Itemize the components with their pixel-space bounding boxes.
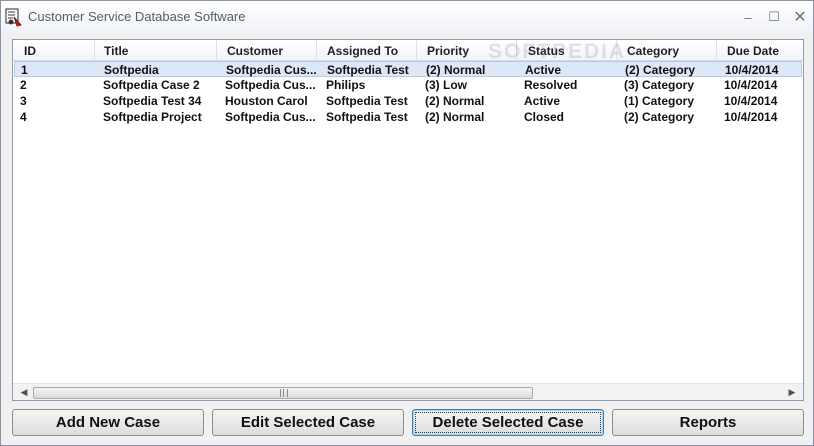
- table-cell: Softpedia: [104, 63, 159, 77]
- table-cell: 10/4/2014: [724, 110, 778, 124]
- table-header: ID Title Customer Assigned To Priority S…: [13, 40, 803, 63]
- scroll-thumb[interactable]: [33, 387, 533, 399]
- table-cell: (2) Normal: [426, 63, 486, 77]
- table-row[interactable]: 3 Softpedia Test 34 Houston Carol Softpedia…: [14, 93, 802, 109]
- table-cell: Softpedia Project: [103, 110, 202, 124]
- add-new-case-button[interactable]: Add New Case: [12, 409, 204, 436]
- minimize-button[interactable]: –: [737, 7, 759, 27]
- table-cell: Softpedia Cus...: [225, 78, 316, 92]
- close-button[interactable]: ✕: [789, 7, 811, 27]
- table-cell: (2) Normal: [425, 94, 485, 108]
- scroll-left-icon[interactable]: ◀: [16, 386, 32, 399]
- maximize-button[interactable]: ☐: [763, 7, 785, 27]
- table-cell: Philips: [326, 78, 366, 92]
- reports-button[interactable]: Reports: [612, 409, 804, 436]
- table-cell: 2: [20, 78, 27, 92]
- delete-selected-case-button[interactable]: Delete Selected Case: [412, 409, 604, 436]
- table-cell: 1: [21, 63, 28, 77]
- table-row[interactable]: 4 Softpedia Project Softpedia Cus... Softpe…: [14, 109, 802, 125]
- table-cell: (3) Category: [624, 78, 695, 92]
- table-cell: Resolved: [524, 78, 578, 92]
- column-header-status[interactable]: Status: [517, 40, 617, 61]
- column-header-priority[interactable]: Priority: [417, 40, 517, 61]
- table-cell: Softpedia Cus...: [225, 110, 316, 124]
- table-cell: (2) Category: [624, 110, 695, 124]
- grip-icon: [280, 389, 288, 397]
- window-title: Customer Service Database Software: [28, 9, 246, 24]
- title-bar[interactable]: Customer Service Database Software – ☐ ✕: [1, 1, 813, 33]
- column-header-id[interactable]: ID: [13, 40, 95, 61]
- table-cell: Softpedia Test 34: [103, 94, 202, 108]
- table-cell: Softpedia Test: [327, 63, 409, 77]
- table-cell: Softpedia Test: [326, 110, 408, 124]
- table-row[interactable]: 2 Softpedia Case 2 Softpedia Cus... Philips…: [14, 77, 802, 93]
- table-cell: 10/4/2014: [724, 94, 778, 108]
- table-cell: Softpedia Cus...: [226, 63, 317, 77]
- edit-selected-case-button[interactable]: Edit Selected Case: [212, 409, 404, 436]
- column-header-customer[interactable]: Customer: [217, 40, 317, 61]
- scroll-right-icon[interactable]: ▶: [784, 386, 800, 399]
- column-header-due-date[interactable]: Due Date: [717, 40, 803, 61]
- app-logo-icon: [5, 8, 22, 27]
- table-cell: (1) Category: [624, 94, 695, 108]
- table-cell: Active: [525, 63, 562, 77]
- table-cell: 10/4/2014: [725, 63, 779, 77]
- table-cell: Houston Carol: [225, 94, 308, 108]
- table-cell: (3) Low: [425, 78, 467, 92]
- table-cell: 10/4/2014: [724, 78, 778, 92]
- table-cell: (2) Category: [625, 63, 696, 77]
- table-cell: Softpedia Case 2: [103, 78, 200, 92]
- column-header-category[interactable]: Category: [617, 40, 717, 61]
- app-window: Customer Service Database Software – ☐ ✕…: [0, 0, 814, 446]
- cases-list[interactable]: ID Title Customer Assigned To Priority S…: [12, 39, 804, 401]
- table-cell: (2) Normal: [425, 110, 485, 124]
- table-cell: Softpedia Test: [326, 94, 408, 108]
- table-row[interactable]: 1 Softpedia Softpedia Cus... Softpedia Test…: [14, 61, 802, 77]
- table-cell: Active: [524, 94, 561, 108]
- table-cell: 3: [20, 94, 27, 108]
- column-header-title[interactable]: Title: [95, 40, 217, 61]
- column-header-assigned-to[interactable]: Assigned To: [317, 40, 417, 61]
- horizontal-scrollbar[interactable]: ◀ ▶: [13, 383, 803, 400]
- table-cell: 4: [20, 110, 27, 124]
- table-cell: Closed: [524, 110, 565, 124]
